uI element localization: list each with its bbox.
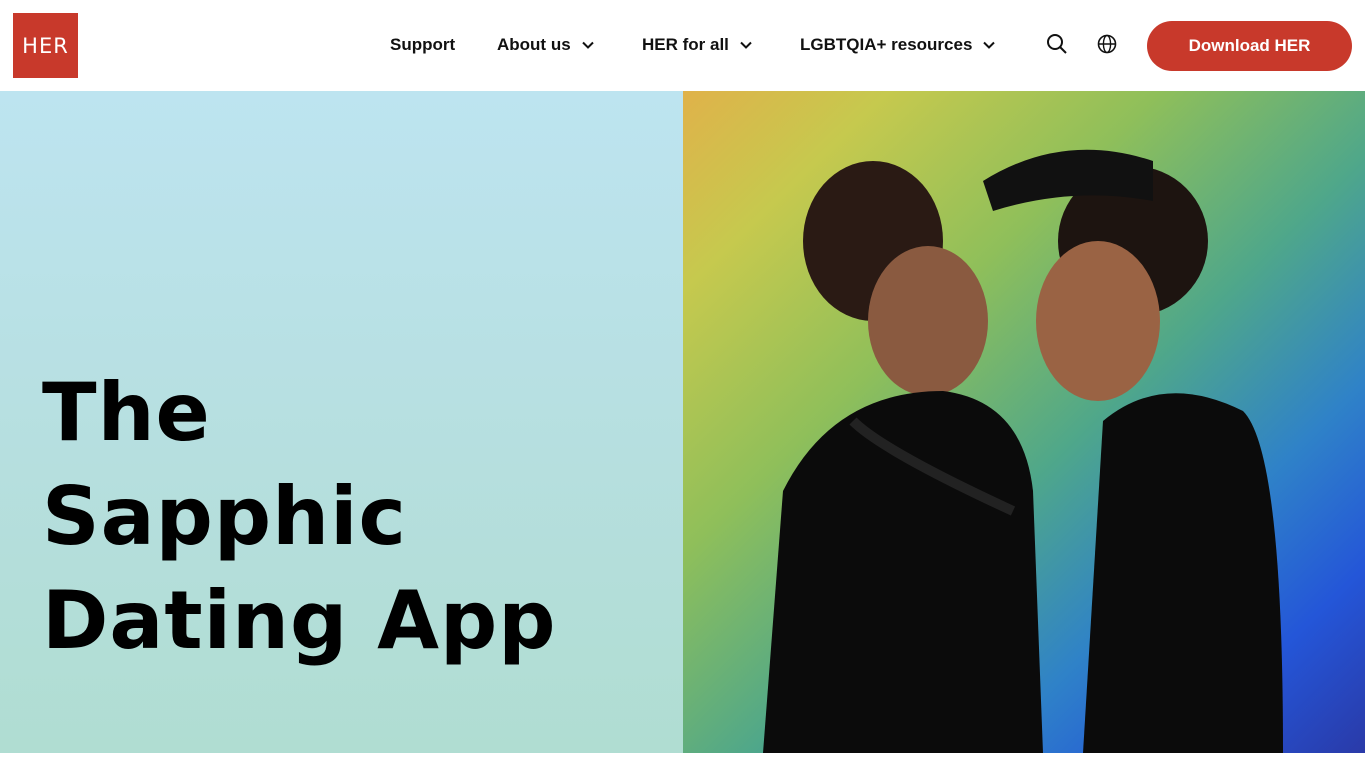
hero-title-line: Sapphic xyxy=(42,470,407,563)
globe-icon[interactable] xyxy=(1096,33,1118,55)
nav-her-for-all[interactable]: HER for all xyxy=(642,32,753,58)
hero-title: The Sapphic Dating App xyxy=(42,361,662,673)
download-her-button[interactable]: Download HER xyxy=(1147,21,1352,71)
page-bottom-strip xyxy=(0,753,1365,768)
nav-lgbtqia-resources-label: LGBTQIA+ resources xyxy=(800,35,973,54)
nav-support[interactable]: Support xyxy=(390,32,455,58)
nav-about-us[interactable]: About us xyxy=(497,32,595,58)
hero-photo xyxy=(683,91,1365,753)
site-header: HER Support About us HER for all LGBTQIA… xyxy=(0,0,1365,91)
chevron-down-icon xyxy=(983,41,996,49)
search-icon[interactable] xyxy=(1046,33,1068,55)
rainbow-photo-illustration xyxy=(683,91,1365,753)
nav-lgbtqia-resources[interactable]: LGBTQIA+ resources xyxy=(800,32,996,58)
hero-text-panel: The Sapphic Dating App xyxy=(0,91,683,753)
hero-title-line: Dating App xyxy=(42,574,557,667)
nav-her-for-all-label: HER for all xyxy=(642,35,729,54)
her-logo[interactable]: HER xyxy=(13,13,78,78)
hero-title-line: The xyxy=(42,366,211,459)
chevron-down-icon xyxy=(740,41,752,49)
nav-about-us-label: About us xyxy=(497,35,571,54)
chevron-down-icon xyxy=(581,41,594,49)
